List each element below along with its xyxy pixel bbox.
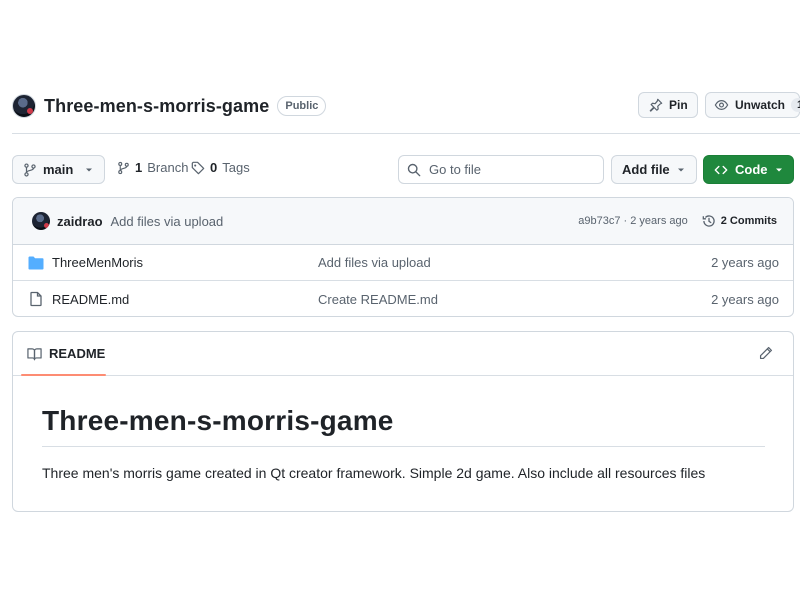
- owner-avatar[interactable]: [12, 94, 36, 118]
- readme-description: Three men's morris game created in Qt cr…: [42, 465, 706, 481]
- latest-commit-bar: zaidrao Add files via upload a9b73c7 · 2…: [13, 198, 793, 245]
- git-branch-icon: [117, 161, 130, 175]
- commit-message[interactable]: Add files via upload: [111, 214, 579, 229]
- readme-panel: README Three-men-s-morris-game Three men…: [12, 331, 794, 512]
- visibility-badge: Public: [277, 96, 327, 116]
- readme-tab-label: README: [49, 346, 106, 361]
- pencil-icon[interactable]: [759, 346, 773, 360]
- go-to-file-box[interactable]: t: [398, 155, 630, 184]
- pin-icon: [649, 98, 663, 112]
- branch-count: 1: [135, 160, 143, 175]
- file-name[interactable]: README.md: [52, 292, 129, 307]
- repo-header: Three-men-s-morris-game Public: [12, 93, 327, 119]
- code-label: Code: [735, 162, 768, 177]
- branch-word: Branch: [147, 160, 189, 175]
- chevron-down-icon: [84, 165, 94, 175]
- active-tab-indicator: [21, 374, 106, 376]
- watch-count: 1: [791, 98, 800, 112]
- table-row[interactable]: README.md Create README.md 2 years ago: [13, 281, 793, 316]
- readme-tabbar: README: [13, 332, 793, 376]
- readme-title: Three-men-s-morris-game: [42, 405, 394, 436]
- add-file-button[interactable]: Add file: [611, 155, 697, 184]
- unwatch-button[interactable]: Unwatch 1: [705, 92, 800, 118]
- header-divider: [12, 133, 800, 134]
- pin-label: Pin: [669, 98, 688, 112]
- commits-history-link[interactable]: 2 Commits: [702, 214, 777, 228]
- table-row[interactable]: ThreeMenMoris Add files via upload 2 yea…: [13, 245, 793, 281]
- branch-name: main: [43, 162, 74, 177]
- search-icon: [407, 163, 421, 177]
- tag-word: Tags: [222, 160, 250, 175]
- commit-author[interactable]: zaidrao: [57, 214, 103, 229]
- file-commit-message[interactable]: Create README.md: [318, 292, 711, 307]
- folder-icon: [28, 256, 44, 270]
- readme-title-rule: [42, 446, 765, 447]
- code-icon: [714, 163, 728, 177]
- repo-name[interactable]: Three-men-s-morris-game: [44, 96, 269, 117]
- file-name-cell[interactable]: ThreeMenMoris: [28, 255, 318, 270]
- pin-button[interactable]: Pin: [638, 92, 698, 118]
- chevron-down-icon: [676, 165, 686, 175]
- tag-count: 0: [210, 160, 218, 175]
- file-name[interactable]: ThreeMenMoris: [52, 255, 143, 270]
- file-browser: zaidrao Add files via upload a9b73c7 · 2…: [12, 197, 794, 317]
- file-commit-message[interactable]: Add files via upload: [318, 255, 711, 270]
- eye-icon: [714, 98, 729, 112]
- commits-count: 2 Commits: [720, 215, 777, 227]
- unwatch-label: Unwatch: [735, 98, 786, 112]
- history-icon: [702, 214, 716, 228]
- file-age: 2 years ago: [711, 255, 779, 270]
- add-file-label: Add file: [622, 162, 670, 177]
- go-to-file-input[interactable]: [429, 162, 605, 177]
- code-button[interactable]: Code: [703, 155, 794, 184]
- readme-tab[interactable]: README: [27, 346, 105, 361]
- chevron-down-icon: [774, 165, 784, 175]
- git-branch-icon: [23, 162, 37, 177]
- author-avatar[interactable]: [32, 212, 50, 230]
- branch-selector[interactable]: main: [12, 155, 105, 184]
- file-age: 2 years ago: [711, 291, 779, 307]
- file-icon: [28, 291, 44, 307]
- file-name-cell[interactable]: README.md: [28, 291, 318, 307]
- book-icon: [27, 347, 42, 361]
- tags-link[interactable]: 0 Tags: [191, 160, 250, 175]
- branches-link[interactable]: 1 Branch: [117, 160, 188, 175]
- commit-sha-age[interactable]: a9b73c7 · 2 years ago: [578, 215, 687, 227]
- tag-icon: [191, 161, 205, 175]
